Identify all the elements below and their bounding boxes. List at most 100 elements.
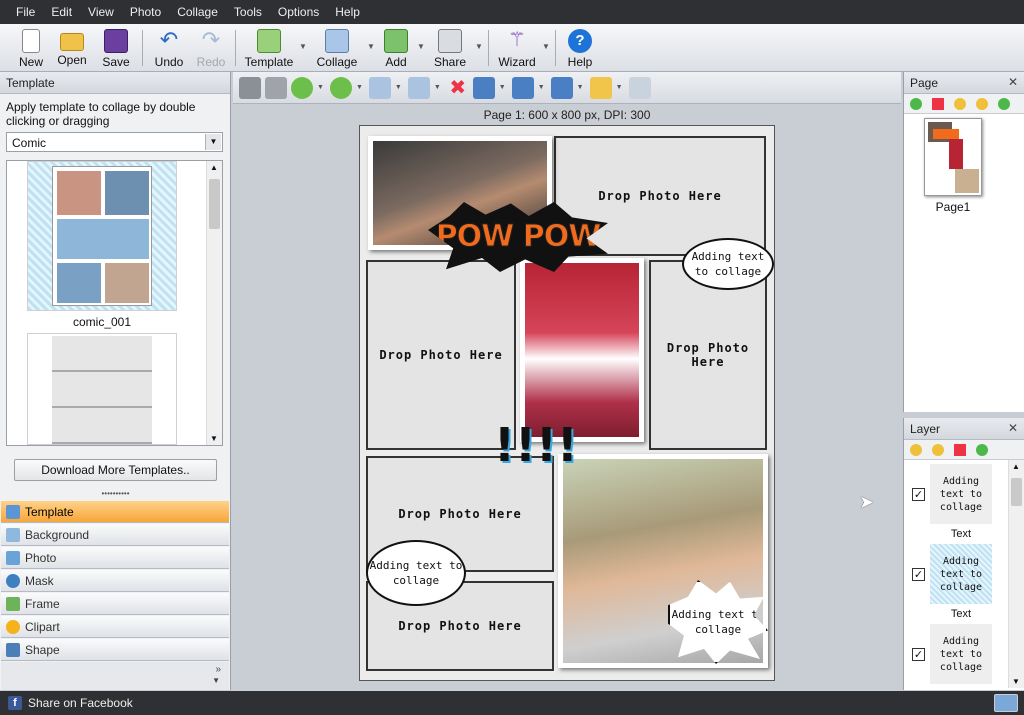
chevron-down-icon[interactable]: ▼ bbox=[434, 84, 441, 91]
rotate-right-icon[interactable] bbox=[368, 76, 391, 99]
rotate-left-icon[interactable] bbox=[407, 76, 430, 99]
page-info: Page 1: 600 x 800 px, DPI: 300 bbox=[483, 108, 651, 122]
scroll-down-icon[interactable]: ▼ bbox=[210, 434, 218, 443]
template-button[interactable]: Template bbox=[240, 24, 298, 72]
speech-bubble[interactable]: Adding text to collage bbox=[366, 540, 466, 606]
tab-background[interactable]: Background bbox=[1, 524, 229, 546]
chat-icon[interactable] bbox=[994, 694, 1018, 712]
chevron-double-right-icon[interactable]: » bbox=[215, 664, 221, 675]
drop-photo-cell[interactable]: Drop Photo Here bbox=[649, 260, 767, 450]
crop-icon[interactable] bbox=[265, 76, 287, 99]
chevron-down-icon[interactable]: ▼ bbox=[616, 84, 623, 91]
person-icon[interactable] bbox=[239, 76, 261, 99]
help-button[interactable]: ? Help bbox=[560, 24, 600, 72]
template-dropdown-arrow[interactable]: ▼ bbox=[298, 24, 308, 51]
move-down-icon[interactable] bbox=[329, 76, 352, 99]
share-button[interactable]: Share bbox=[426, 24, 474, 72]
menu-photo[interactable]: Photo bbox=[122, 5, 169, 19]
layer-scrollbar[interactable]: ▲ ▼ bbox=[1008, 460, 1024, 688]
download-more-templates-button[interactable]: Download More Templates.. bbox=[14, 459, 217, 481]
delete-page-icon[interactable] bbox=[932, 97, 944, 110]
magic-wand-icon: ⚚ bbox=[508, 29, 526, 51]
layer-down-icon[interactable] bbox=[932, 443, 944, 456]
template-category-select[interactable]: Comic ▼ bbox=[6, 132, 223, 152]
layer-type-label: Text bbox=[950, 528, 972, 540]
menu-edit[interactable]: Edit bbox=[43, 5, 80, 19]
add-page-icon[interactable] bbox=[910, 97, 922, 110]
refresh-icon[interactable] bbox=[998, 97, 1010, 110]
chevron-down-icon[interactable]: ▼ bbox=[205, 134, 221, 150]
layer-panel: Layer ✕ ✓ Adding text to collage Text ✓ … bbox=[903, 418, 1024, 690]
delete-icon[interactable]: ✖ bbox=[447, 77, 469, 99]
exclamation-clipart[interactable]: !!!! bbox=[494, 410, 584, 480]
menu-collage[interactable]: Collage bbox=[169, 5, 226, 19]
collage-icon bbox=[325, 29, 349, 53]
tab-mask[interactable]: Mask bbox=[1, 570, 229, 592]
canvas-area: ▼ ▼ ▼ ▼ ✖ ▼ ▼ ▼ ▼ Page 1: 600 x 800 px, … bbox=[233, 72, 901, 690]
chevron-down-icon[interactable]: ▼ bbox=[499, 84, 506, 91]
add-button[interactable]: Add bbox=[376, 24, 416, 72]
scrollbar-thumb[interactable] bbox=[209, 179, 220, 229]
template-thumb-comic-002[interactable] bbox=[27, 333, 177, 445]
scroll-up-icon[interactable]: ▲ bbox=[1012, 462, 1020, 471]
refresh-icon[interactable] bbox=[976, 443, 988, 456]
menu-view[interactable]: View bbox=[80, 5, 122, 19]
move-up-icon[interactable] bbox=[291, 76, 313, 99]
scroll-down-icon[interactable]: ▼ bbox=[1012, 677, 1020, 686]
save-button[interactable]: Save bbox=[94, 24, 138, 72]
menu-file[interactable]: File bbox=[8, 5, 43, 19]
chevron-down-icon[interactable]: ▼ bbox=[395, 84, 402, 91]
toolbar-separator bbox=[555, 30, 556, 66]
undo-button[interactable]: ↶ Undo bbox=[147, 24, 191, 72]
chevron-down-icon[interactable]: ▼ bbox=[212, 676, 220, 685]
move-page-down-icon[interactable] bbox=[976, 97, 988, 110]
folder-icon bbox=[60, 33, 84, 51]
thumb-photo bbox=[955, 169, 979, 193]
share-on-facebook-link[interactable]: Share on Facebook bbox=[28, 696, 133, 710]
speech-bubble[interactable]: Adding text to collage bbox=[682, 238, 774, 290]
tab-clipart[interactable]: Clipart bbox=[1, 616, 229, 638]
scroll-up-icon[interactable]: ▲ bbox=[210, 163, 218, 172]
distribute-icon[interactable] bbox=[550, 76, 573, 99]
tab-template[interactable]: Template bbox=[1, 501, 229, 523]
align-left-icon[interactable] bbox=[511, 76, 534, 99]
layer-visible-checkbox[interactable]: ✓ bbox=[912, 648, 925, 661]
add-dropdown-arrow[interactable]: ▼ bbox=[416, 24, 426, 51]
delete-layer-icon[interactable] bbox=[954, 443, 966, 456]
redo-button[interactable]: ↷ Redo bbox=[191, 24, 231, 72]
open-button[interactable]: Open bbox=[50, 24, 94, 72]
floppy-disk-icon bbox=[104, 29, 128, 53]
menu-help[interactable]: Help bbox=[327, 5, 368, 19]
tab-photo[interactable]: Photo bbox=[1, 547, 229, 569]
collage-dropdown-arrow[interactable]: ▼ bbox=[366, 24, 376, 51]
template-list-scrollbar[interactable]: ▲ ▼ bbox=[206, 161, 222, 445]
wizard-button[interactable]: ⚚ Wizard bbox=[493, 24, 541, 72]
menu-options[interactable]: Options bbox=[270, 5, 327, 19]
align-center-icon[interactable] bbox=[472, 76, 495, 99]
page-thumbnail[interactable] bbox=[924, 118, 982, 196]
move-page-up-icon[interactable] bbox=[954, 97, 966, 110]
collage-button[interactable]: Collage bbox=[308, 24, 366, 72]
chevron-down-icon[interactable]: ▼ bbox=[577, 84, 584, 91]
wizard-dropdown-arrow[interactable]: ▼ bbox=[541, 24, 551, 51]
template-thumb-comic-001[interactable] bbox=[27, 161, 177, 311]
panel-splitter-grip[interactable]: •••••••••• bbox=[0, 490, 231, 499]
chevron-down-icon[interactable]: ▼ bbox=[538, 84, 545, 91]
tab-frame[interactable]: Frame bbox=[1, 593, 229, 615]
effects-icon[interactable] bbox=[589, 76, 612, 99]
layer-visible-checkbox[interactable]: ✓ bbox=[912, 568, 925, 581]
facebook-icon[interactable]: f bbox=[8, 696, 22, 710]
scrollbar-thumb[interactable] bbox=[1011, 478, 1022, 506]
tab-shape[interactable]: Shape bbox=[1, 639, 229, 661]
toolbar-separator bbox=[235, 30, 236, 66]
chevron-down-icon[interactable]: ▼ bbox=[317, 84, 324, 91]
share-dropdown-arrow[interactable]: ▼ bbox=[474, 24, 484, 51]
close-icon[interactable]: ✕ bbox=[1008, 421, 1018, 435]
close-icon[interactable]: ✕ bbox=[1008, 75, 1018, 89]
properties-icon[interactable] bbox=[628, 76, 651, 99]
layer-visible-checkbox[interactable]: ✓ bbox=[912, 488, 925, 501]
chevron-down-icon[interactable]: ▼ bbox=[356, 84, 363, 91]
layer-up-icon[interactable] bbox=[910, 443, 922, 456]
new-button[interactable]: New bbox=[12, 24, 50, 72]
menu-tools[interactable]: Tools bbox=[226, 5, 270, 19]
